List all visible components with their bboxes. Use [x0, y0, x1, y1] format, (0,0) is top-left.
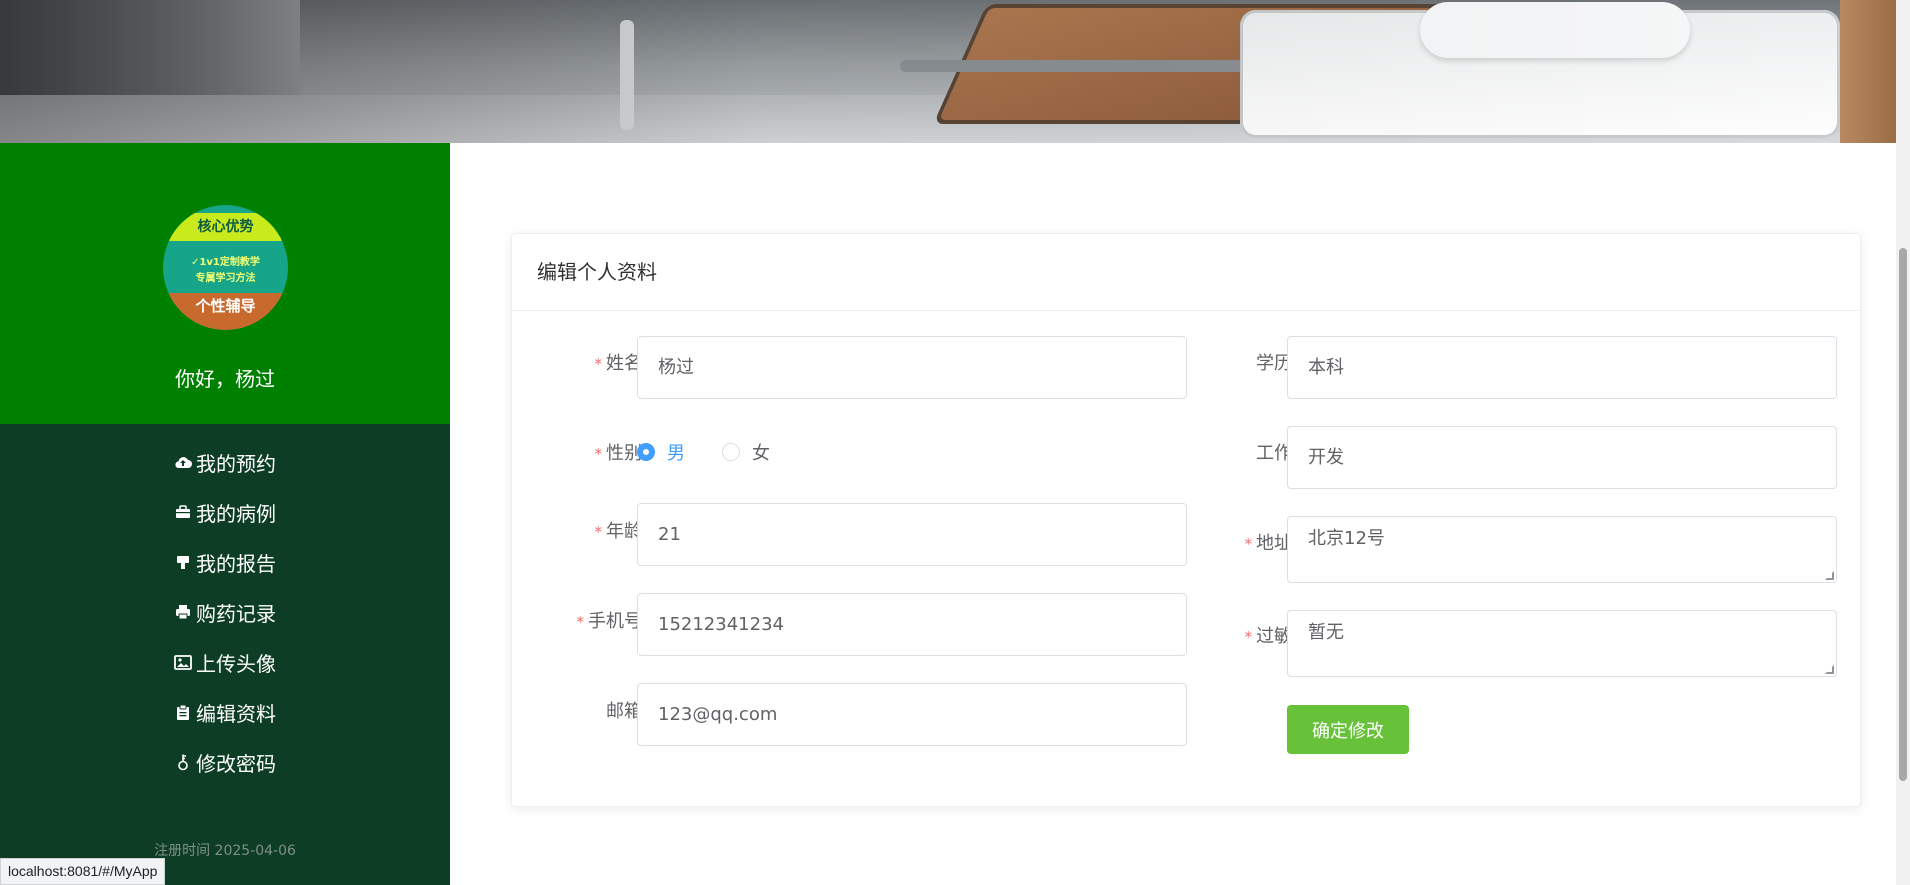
name-label: * 姓名 — [594, 353, 643, 374]
sidebar-item-medicine-records[interactable]: 购药记录 — [0, 592, 450, 632]
allergy-value: 暂无 — [1308, 622, 1344, 643]
required-star: * — [576, 613, 585, 631]
required-star: * — [1244, 535, 1253, 553]
required-star: * — [594, 355, 603, 373]
radio-dot — [637, 443, 655, 461]
sidebar-item-label: 购药记录 — [196, 601, 276, 626]
sidebar-item-edit-profile[interactable]: 编辑资料 — [0, 692, 450, 732]
desk-icon — [174, 553, 192, 571]
sidebar-item-label: 我的病例 — [196, 501, 276, 526]
sidebar-item-reports[interactable]: 我的报告 — [0, 542, 450, 582]
scrollbar-thumb[interactable] — [1899, 248, 1907, 781]
register-time: 注册时间 2025-04-06 — [154, 843, 296, 859]
key-icon — [174, 753, 192, 771]
age-label: * 年龄 — [594, 521, 643, 542]
card-title: 编辑个人资料 — [512, 234, 1860, 311]
sidebar-menu: 我的预约 我的病例 我的报告 购药记录 上传头像 编辑资料 修改密码 注册时间 … — [0, 424, 450, 885]
radio-dot — [722, 443, 740, 461]
resize-handle-icon[interactable] — [1825, 571, 1834, 580]
job-label: 工作 — [1256, 443, 1292, 464]
sidebar-item-upload-avatar[interactable]: 上传头像 — [0, 642, 450, 682]
confirm-edit-button[interactable]: 确定修改 — [1287, 705, 1409, 754]
sidebar-item-label: 我的预约 — [196, 451, 276, 476]
job-input[interactable]: 开发 — [1287, 426, 1837, 489]
email-input[interactable]: 123@qq.com — [637, 683, 1187, 746]
greeting-text: 你好，杨过 — [175, 367, 275, 391]
required-star: * — [594, 445, 603, 463]
avatar-badge-title: 核心优势 — [163, 213, 288, 241]
address-textarea[interactable]: 北京12号 — [1287, 516, 1837, 583]
education-input[interactable]: 本科 — [1287, 336, 1837, 399]
sidebar-item-cases[interactable]: 我的病例 — [0, 492, 450, 532]
clipboard-icon — [174, 703, 192, 721]
gender-radio-male[interactable]: 男 — [637, 439, 685, 465]
avatar-line-1: ✓1v1定制教学 — [191, 257, 260, 268]
avatar-badge-bottom: 个性辅导 — [163, 293, 288, 330]
allergy-label: * 过敏 — [1244, 626, 1293, 647]
sidebar-item-label: 修改密码 — [196, 751, 276, 776]
status-bar-url: localhost:8081/#/MyApp — [0, 858, 166, 885]
phone-label: * 手机号 — [576, 611, 643, 632]
address-label: * 地址 — [1244, 533, 1293, 554]
address-value: 北京12号 — [1308, 528, 1385, 549]
name-input[interactable]: 杨过 — [637, 336, 1187, 399]
page-scrollbar[interactable] — [1896, 0, 1910, 885]
allergy-textarea[interactable]: 暂无 — [1287, 610, 1837, 677]
sidebar-item-label: 上传头像 — [196, 651, 276, 676]
cloud-upload-icon — [174, 453, 192, 471]
gender-label: * 性别 — [594, 443, 643, 464]
phone-input[interactable]: 15212341234 — [637, 593, 1187, 656]
education-label: 学历 — [1256, 353, 1292, 374]
required-star: * — [1244, 628, 1253, 646]
email-label: 邮箱 — [606, 701, 642, 722]
avatar-line-2: 专属学习方法 — [195, 273, 256, 284]
age-input[interactable]: 21 — [637, 503, 1187, 566]
sidebar-profile-panel: 核心优势 ✓1v1定制教学 专属学习方法 个性辅导 你好，杨过 — [0, 143, 450, 424]
required-star: * — [594, 523, 603, 541]
briefcase-icon — [174, 503, 192, 521]
picture-icon — [174, 653, 192, 671]
sidebar-item-label: 编辑资料 — [196, 701, 276, 726]
profile-edit-card: 编辑个人资料 * 姓名 杨过 * 性别 男 女 * 年龄 21 * 手机号 152123… — [511, 233, 1861, 807]
sidebar-item-label: 我的报告 — [196, 551, 276, 576]
resize-handle-icon[interactable] — [1825, 665, 1834, 674]
gender-radio-female[interactable]: 女 — [722, 439, 770, 465]
sidebar-item-appointments[interactable]: 我的预约 — [0, 442, 450, 482]
avatar: 核心优势 ✓1v1定制教学 专属学习方法 个性辅导 — [163, 205, 288, 330]
hospital-banner-image — [0, 0, 1896, 143]
sidebar-item-change-password[interactable]: 修改密码 — [0, 742, 450, 782]
printer-icon — [174, 603, 192, 621]
